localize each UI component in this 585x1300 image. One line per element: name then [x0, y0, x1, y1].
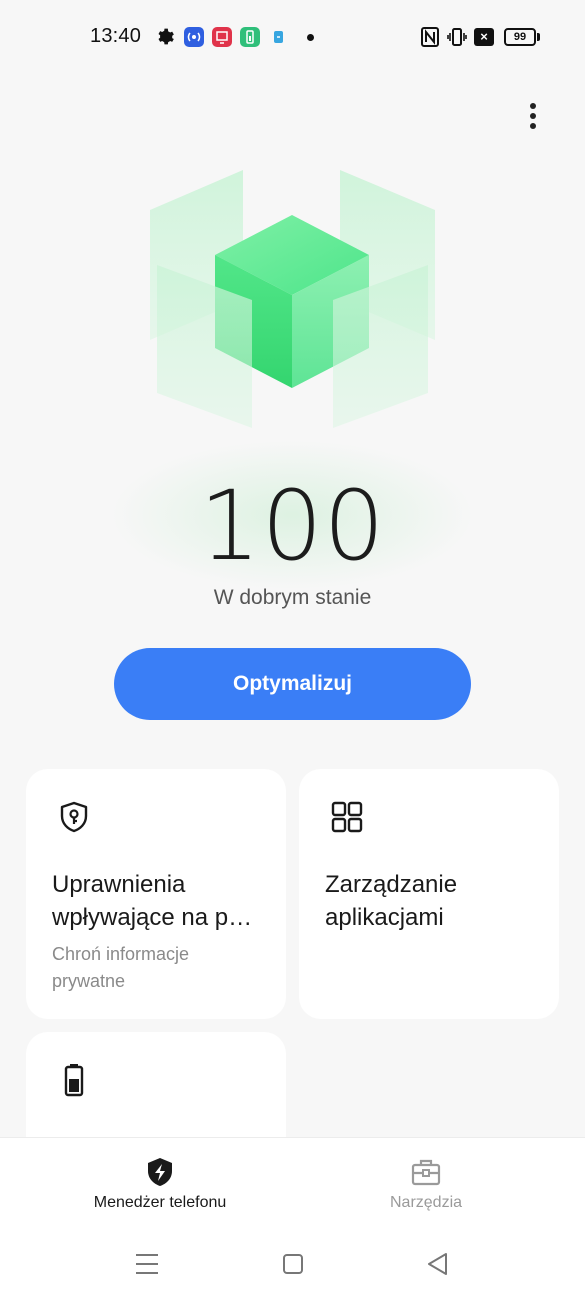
notification-dot-icon [307, 34, 314, 41]
home-icon[interactable] [279, 1250, 307, 1278]
no-sim-icon: × [474, 28, 494, 46]
battery-icon: 99 [504, 28, 536, 46]
health-score: 100 [199, 470, 386, 582]
status-bar: 13:40 × 99 [0, 0, 585, 76]
menu-icon[interactable] [133, 1250, 161, 1278]
card-subtitle: Chroń informacje prywatne [52, 944, 190, 991]
vibrate-icon [447, 28, 467, 46]
tab-label: Narzędzia [389, 1194, 463, 1211]
card-title: Uprawnienia wpływające na p… [52, 871, 253, 931]
tab-phone-manager[interactable]: Menedżer telefonu [60, 1156, 260, 1212]
card-permissions[interactable]: Uprawnienia wpływające na p… Chroń infor… [26, 769, 286, 1019]
status-time: 13:40 [90, 25, 142, 47]
hotspot-app-icon [184, 27, 204, 47]
gear-icon [158, 28, 174, 45]
health-cube-illustration [150, 170, 435, 428]
battery-tip [537, 33, 540, 41]
more-vertical-icon[interactable] [519, 99, 547, 133]
battery-icon [64, 1064, 84, 1097]
health-status: W dobrym stanie [213, 586, 372, 609]
battery-app-icon [240, 27, 260, 47]
card-title: Zarządzanie aplikacjami [325, 871, 458, 931]
shield-bolt-icon [148, 1158, 172, 1186]
optimize-button[interactable]: Optymalizuj [114, 648, 471, 720]
nfc-icon [421, 27, 439, 47]
tab-label: Menedżer telefonu [93, 1194, 227, 1211]
back-icon[interactable] [424, 1250, 452, 1278]
card-app-management[interactable]: Zarządzanie aplikacjami [299, 769, 559, 1019]
shield-key-icon [60, 801, 88, 833]
tab-tools[interactable]: Narzędzia [326, 1156, 526, 1212]
screen-app-icon [212, 27, 232, 47]
toolbox-icon [411, 1159, 441, 1186]
clone-app-icon [268, 27, 288, 47]
apps-grid-icon [331, 801, 363, 833]
